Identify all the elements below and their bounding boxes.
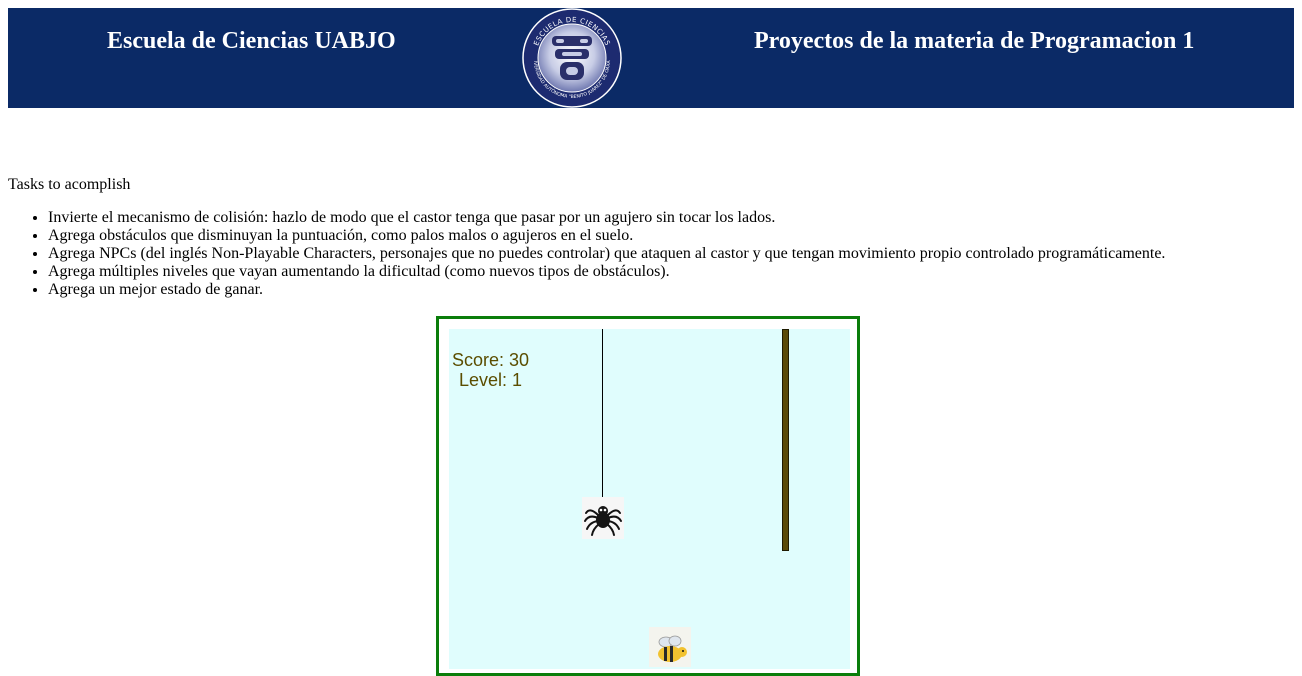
school-title: Escuela de Ciencias UABJO	[107, 28, 396, 54]
spider-thread	[602, 329, 603, 501]
task-item: Agrega NPCs (del inglés Non-Playable Cha…	[48, 245, 1302, 263]
task-list: Invierte el mecanismo de colisión: hazlo…	[8, 209, 1302, 299]
tasks-title: Tasks to acomplish	[8, 176, 131, 193]
level-display: Level: 1	[459, 370, 523, 390]
task-item: Agrega un mejor estado de ganar.	[48, 281, 1302, 299]
uabjo-seal-logo: ESCUELA DE CIENCIAS UNIVERSIDAD AUTÓNOMA…	[522, 8, 622, 108]
bee-icon	[649, 627, 691, 667]
projects-title: Proyectos de la materia de Programacion …	[754, 28, 1195, 54]
task-item: Agrega obstáculos que disminuyan la punt…	[48, 227, 1302, 245]
stick-obstacle	[782, 329, 789, 551]
game-canvas[interactable]: Score: 30 Level: 1	[449, 329, 850, 669]
task-item: Invierte el mecanismo de colisión: hazlo…	[48, 209, 1302, 227]
task-item: Agrega múltiples niveles que vayan aumen…	[48, 263, 1302, 281]
site-header: Escuela de Ciencias UABJO ESCUELA DE CIE…	[8, 8, 1294, 108]
score-display: Score: 30	[452, 350, 530, 370]
game-frame: Score: 30 Level: 1	[436, 316, 860, 676]
spider-icon	[582, 497, 624, 539]
